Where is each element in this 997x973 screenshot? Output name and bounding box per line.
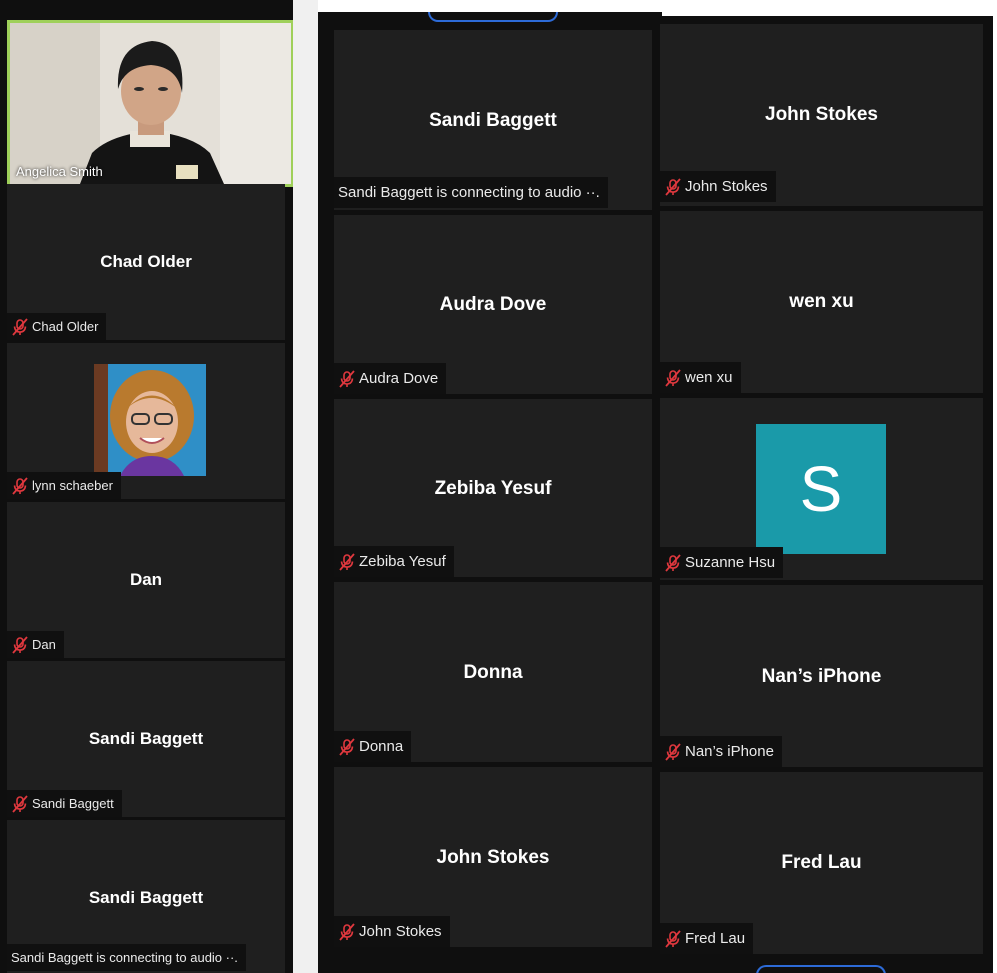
participant-name-label: John Stokes bbox=[660, 171, 776, 202]
participant-display-name: John Stokes bbox=[436, 847, 550, 868]
mic-muted-icon bbox=[664, 929, 682, 948]
participant-display-name: Fred Lau bbox=[781, 852, 862, 873]
participant-name-label: Sandi Baggett bbox=[7, 790, 122, 817]
participant-name-label: Nan’s iPhone bbox=[660, 736, 782, 767]
left-participant-strip: Angelica Smith Chad Older Chad Older lyn… bbox=[0, 0, 293, 973]
mic-muted-icon bbox=[664, 742, 682, 761]
participant-tile[interactable]: Fred Lau Fred Lau bbox=[660, 772, 983, 954]
participant-label-text: Chad Older bbox=[32, 319, 99, 334]
participant-display-name: wen xu bbox=[789, 291, 854, 312]
speaker-video-image bbox=[10, 23, 291, 184]
participant-label-text: lynn schaeber bbox=[32, 478, 113, 493]
participant-label-text: John Stokes bbox=[685, 178, 768, 195]
participant-name-label: Sandi Baggett is connecting to audio ··. bbox=[334, 177, 608, 208]
mic-muted-icon bbox=[338, 737, 356, 756]
bottom-scroll-indicator[interactable] bbox=[756, 965, 886, 973]
top-scroll-indicator[interactable] bbox=[428, 12, 558, 22]
participant-display-name: Sandi Baggett bbox=[429, 110, 557, 131]
participant-tile[interactable]: Donna Donna bbox=[334, 582, 652, 762]
participant-tile[interactable]: John Stokes John Stokes bbox=[660, 24, 983, 206]
mic-muted-icon bbox=[338, 552, 356, 571]
participant-name-label: Fred Lau bbox=[660, 923, 754, 954]
participant-tile[interactable]: Dan Dan bbox=[7, 502, 285, 658]
participant-tile[interactable]: John Stokes John Stokes bbox=[334, 767, 652, 947]
participant-name-label: Zebiba Yesuf bbox=[334, 546, 454, 577]
participant-name-label: Chad Older bbox=[7, 313, 107, 340]
mic-muted-icon bbox=[11, 476, 29, 495]
participant-tile[interactable]: lynn schaeber bbox=[7, 343, 285, 499]
participant-name-label: Suzanne Hsu bbox=[660, 547, 784, 578]
participant-name-label: wen xu bbox=[660, 362, 741, 393]
mic-muted-icon bbox=[664, 177, 682, 196]
participant-tile[interactable]: Audra Dove Audra Dove bbox=[334, 215, 652, 394]
participant-label-text: Sandi Baggett is connecting to audio ··. bbox=[11, 950, 238, 965]
active-speaker-name: Angelica Smith bbox=[16, 164, 103, 179]
participant-label-text: Donna bbox=[359, 738, 404, 755]
participant-display-name: Zebiba Yesuf bbox=[434, 478, 552, 499]
mic-muted-icon bbox=[664, 368, 682, 387]
mic-muted-icon bbox=[11, 317, 29, 336]
mic-muted-icon bbox=[664, 553, 682, 572]
participant-label-text: Sandi Baggett is connecting to audio ··. bbox=[338, 184, 600, 201]
participant-name-label: lynn schaeber bbox=[7, 472, 121, 499]
participant-label-text: wen xu bbox=[685, 369, 733, 386]
avatar: S bbox=[756, 424, 886, 554]
participant-label-text: Zebiba Yesuf bbox=[359, 553, 446, 570]
participant-label-text: John Stokes bbox=[359, 923, 442, 940]
participant-label-text: Dan bbox=[32, 637, 56, 652]
participant-label-text: Fred Lau bbox=[685, 930, 746, 947]
participant-display-name: Sandi Baggett bbox=[88, 729, 204, 748]
participant-name-label: John Stokes bbox=[334, 916, 450, 947]
participant-label-text: Sandi Baggett bbox=[32, 796, 114, 811]
panel-divider bbox=[293, 0, 318, 973]
participant-display-name: Donna bbox=[463, 662, 523, 683]
participant-tile[interactable]: Sandi Baggett Sandi Baggett is connectin… bbox=[334, 30, 652, 210]
mic-muted-icon bbox=[11, 794, 29, 813]
participant-profile-photo bbox=[94, 364, 206, 476]
participant-name-label: Audra Dove bbox=[334, 363, 447, 394]
participant-display-name: Audra Dove bbox=[439, 294, 547, 315]
participant-name-label: Donna bbox=[334, 731, 412, 762]
participant-label-text: Nan’s iPhone bbox=[685, 743, 774, 760]
participant-display-name: Sandi Baggett bbox=[88, 888, 204, 907]
mic-muted-icon bbox=[338, 922, 356, 941]
participant-display-name: John Stokes bbox=[765, 104, 878, 125]
participant-tile[interactable]: Nan’s iPhone Nan’s iPhone bbox=[660, 585, 983, 767]
participant-label-text: Suzanne Hsu bbox=[685, 554, 776, 571]
participant-display-name: Nan’s iPhone bbox=[761, 666, 882, 687]
participant-name-label: Dan bbox=[7, 631, 64, 658]
participant-name-label: Sandi Baggett is connecting to audio ··. bbox=[7, 944, 246, 971]
mic-muted-icon bbox=[338, 369, 356, 388]
participant-tile[interactable]: wen xu wen xu bbox=[660, 211, 983, 393]
participant-tile[interactable]: Chad Older Chad Older bbox=[7, 184, 285, 340]
participant-display-name: Dan bbox=[129, 570, 163, 589]
participant-tile[interactable]: S Suzanne Hsu bbox=[660, 398, 983, 580]
participant-label-text: Audra Dove bbox=[359, 370, 439, 387]
active-speaker-tile[interactable]: Angelica Smith bbox=[7, 20, 293, 187]
participant-tile[interactable]: Sandi Baggett Sandi Baggett bbox=[7, 661, 285, 817]
participant-tile[interactable]: Zebiba Yesuf Zebiba Yesuf bbox=[334, 399, 652, 577]
mic-muted-icon bbox=[11, 635, 29, 654]
participant-display-name: Chad Older bbox=[100, 252, 192, 271]
participant-tile[interactable]: Sandi Baggett Sandi Baggett is connectin… bbox=[7, 820, 285, 973]
